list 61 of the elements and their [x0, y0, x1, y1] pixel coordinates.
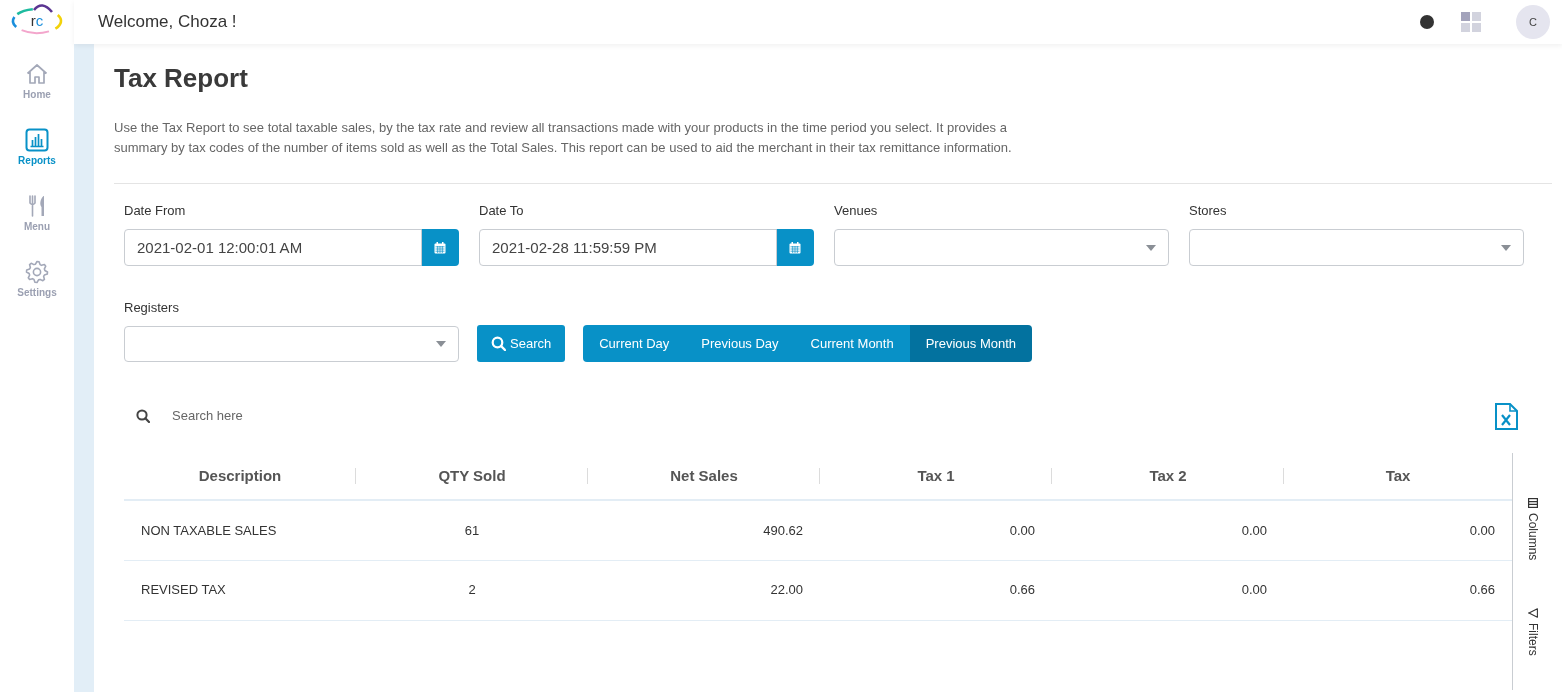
select-field[interactable] — [124, 326, 459, 362]
date-field[interactable]: 2021-02-01 12:00:01 AM — [124, 229, 422, 266]
calendar-icon — [434, 241, 446, 254]
table-cell: 0.66 — [820, 560, 1052, 620]
home-icon — [25, 62, 49, 86]
field-label: Date To — [479, 202, 525, 220]
caret-icon — [1501, 244, 1511, 251]
calendar-button[interactable] — [421, 229, 459, 266]
column-header: QTY Sold — [356, 453, 588, 500]
apps-grid-icon[interactable] — [1461, 12, 1481, 32]
table-cell: 0.00 — [1284, 500, 1512, 560]
column-header: Tax — [1284, 453, 1512, 500]
table-cell: 22.00 — [588, 560, 820, 620]
gear-icon — [25, 260, 49, 284]
nav-link[interactable]: Reports — [18, 128, 56, 167]
caret-icon — [1146, 244, 1156, 251]
date-field[interactable]: 2021-02-28 11:59:59 PM — [479, 229, 777, 266]
logo: rc — [7, 1, 67, 39]
calendar-icon — [789, 241, 801, 254]
column-header: Tax 2 — [1052, 453, 1284, 500]
spreadsheet-file-icon[interactable] — [1495, 402, 1518, 430]
search-icon — [136, 409, 150, 423]
nav-link[interactable]: Home — [23, 62, 51, 101]
page-title: Tax Report — [114, 62, 249, 94]
table-cell: 0.00 — [820, 500, 1052, 560]
bar-chart-icon — [25, 128, 49, 152]
search-icon — [491, 336, 506, 351]
table-cell: 0.00 — [1052, 500, 1284, 560]
period-button[interactable]: Current Month — [794, 325, 910, 362]
period-button[interactable]: Previous Month — [909, 325, 1032, 362]
side-panel-tab[interactable]: Columns — [1525, 498, 1540, 561]
search-button[interactable]: Search — [477, 325, 566, 362]
table-cell: 2 — [356, 560, 588, 620]
calendar-button[interactable] — [776, 229, 814, 266]
filter-icon — [1527, 608, 1538, 619]
field-label: Registers — [124, 299, 180, 317]
period-button[interactable]: Current Day — [583, 325, 686, 362]
column-header: Net Sales — [588, 453, 820, 500]
field-label: Date From — [124, 202, 187, 220]
select-field[interactable] — [1189, 229, 1524, 266]
field-label: Venues — [834, 202, 879, 220]
table-cell: 0.00 — [1052, 560, 1284, 620]
field-label: Stores — [1189, 202, 1228, 220]
table-cell: NON TAXABLE SALES — [124, 500, 356, 560]
table-cell: REVISED TAX — [124, 560, 356, 620]
table-cell: 490.62 — [588, 500, 820, 560]
nav-link[interactable]: Settings — [17, 260, 57, 299]
period-button[interactable]: Previous Day — [685, 325, 795, 362]
select-field[interactable] — [834, 229, 1169, 266]
page-description: Use the Tax Report to see total taxable sales, by the tax rate and review all transactions made with your products in the time period you select. It provides a summary by tax codes of the number of items sold as well as the Total Sales. This report can be used to aid the merchant in their tax remittance information. — [114, 119, 1013, 157]
table-cell: 0.66 — [1284, 560, 1512, 620]
avatar[interactable]: C — [1516, 5, 1550, 39]
column-header: Description — [124, 453, 356, 500]
nav-link[interactable]: Menu — [23, 194, 51, 233]
column-header: Tax 1 — [820, 453, 1052, 500]
side-panel-tab[interactable]: Filters — [1525, 608, 1540, 657]
caret-icon — [436, 341, 446, 347]
columns-icon — [1527, 498, 1538, 508]
welcome-text: Welcome, Choza ! — [98, 11, 237, 34]
table-cell: 61 — [356, 500, 588, 560]
status-dot-icon — [1420, 15, 1434, 29]
